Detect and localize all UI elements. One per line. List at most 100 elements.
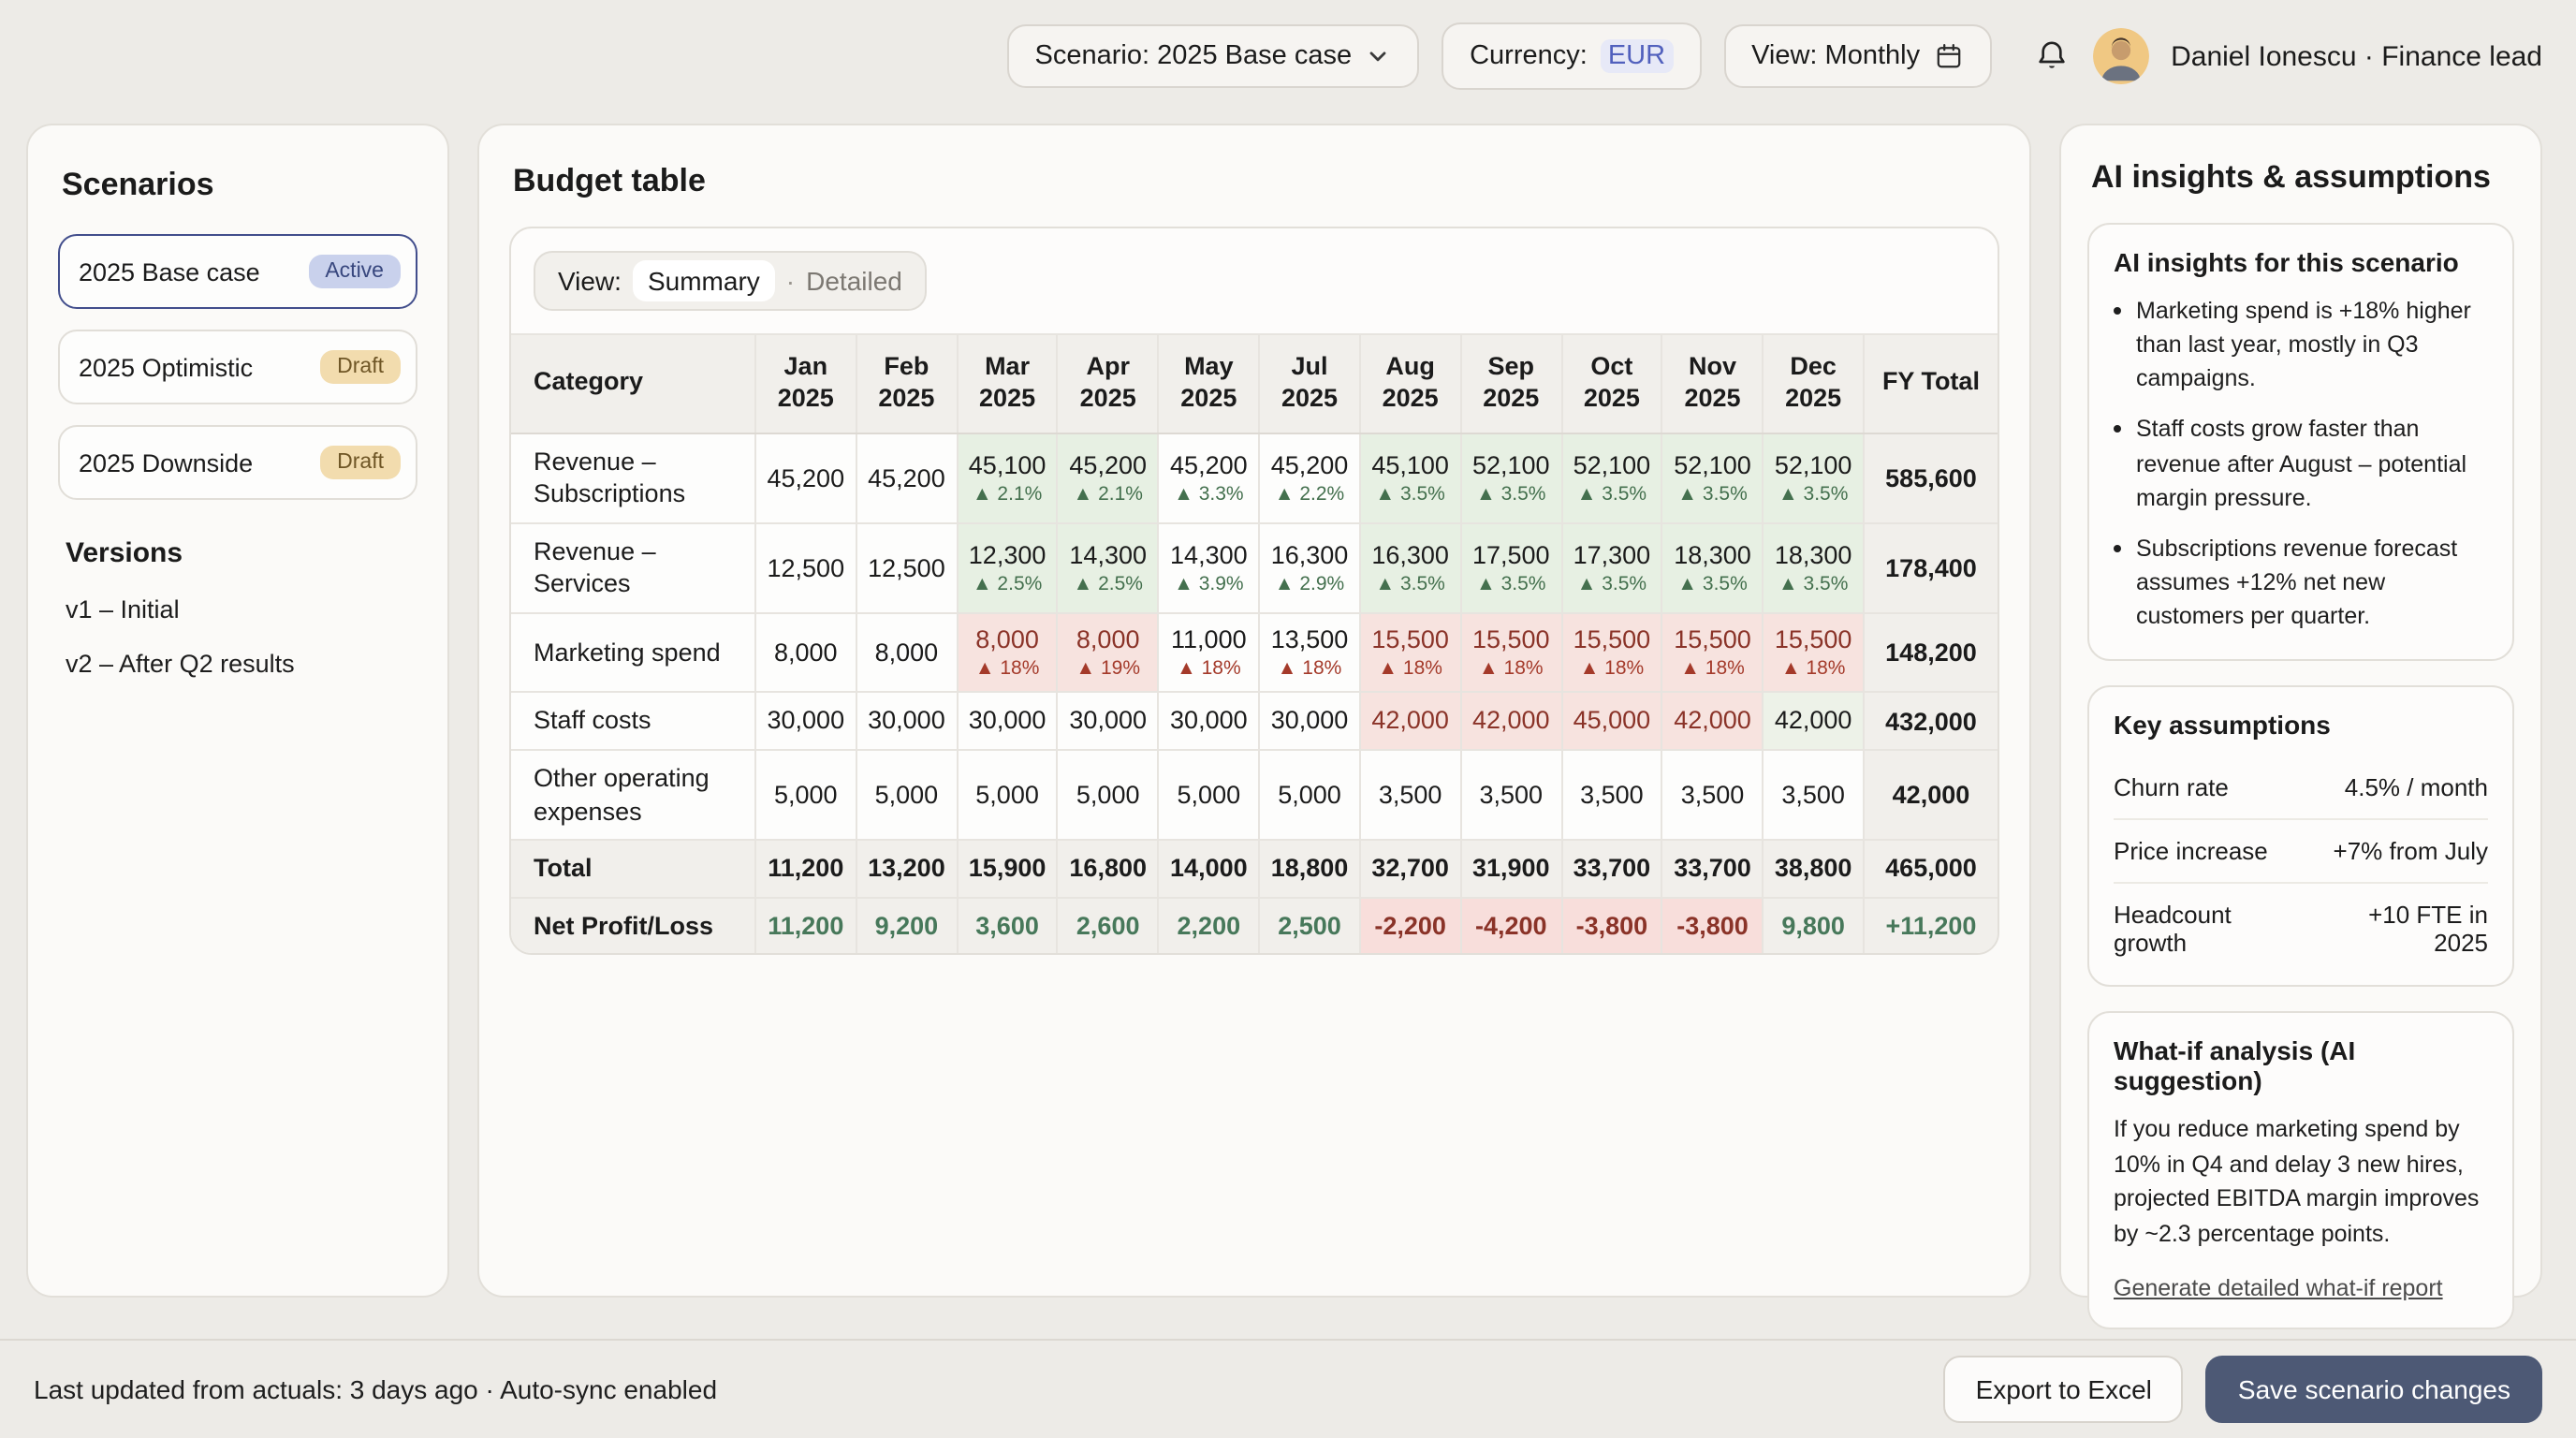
view-period-selector[interactable]: View: Monthly <box>1723 24 1991 88</box>
net-cell: 3,600 <box>956 898 1057 953</box>
generate-whatif-report-link[interactable]: Generate detailed what-if report <box>2114 1275 2443 1301</box>
budget-cell[interactable]: 5,000 <box>1258 751 1359 839</box>
budget-cell[interactable]: 3,500 <box>1359 751 1460 839</box>
budget-cell[interactable]: 42,000 <box>1762 694 1863 749</box>
budget-cell[interactable]: 3,500 <box>1560 751 1661 839</box>
budget-cell[interactable]: 17,300 ▲ 3.5% <box>1560 524 1661 612</box>
budget-cell[interactable]: 5,000 <box>956 751 1057 839</box>
budget-cell[interactable]: 45,200 <box>754 434 856 522</box>
cell-value: 52,100 <box>1472 450 1550 479</box>
budget-cell[interactable]: 30,000 <box>1258 694 1359 749</box>
budget-cell[interactable]: 3,500 <box>1459 751 1560 839</box>
budget-cell[interactable]: 45,100▲ 3.5% <box>1359 434 1460 522</box>
cell-value: 13,500 <box>1271 625 1349 654</box>
budget-cell[interactable]: 8,000 <box>856 614 957 692</box>
budget-cell[interactable]: 15,500▲ 18% <box>1762 614 1863 692</box>
cell-value: 45,200 <box>1170 450 1248 479</box>
top-bar: Scenario: 2025 Base case Currency: EUR V… <box>0 0 2576 112</box>
cell-value: 42,000 <box>1775 707 1852 736</box>
budget-cell[interactable]: 5,000 <box>754 751 856 839</box>
budget-cell[interactable]: 12,500 <box>856 524 957 612</box>
cell-value: 17,300 <box>1573 540 1651 569</box>
budget-cell[interactable]: 30,000 <box>956 694 1057 749</box>
cell-value: 45,200 <box>1069 450 1147 479</box>
column-header: Jan2025 <box>754 335 856 433</box>
budget-cell[interactable]: 3,500 <box>1762 751 1863 839</box>
budget-cell[interactable]: 16,300▲ 2.9% <box>1258 524 1359 612</box>
status-badge: Draft <box>320 350 401 384</box>
budget-cell[interactable]: 30,000 <box>856 694 957 749</box>
cell-value: 15,500 <box>1472 625 1550 654</box>
footer-bar: Last updated from actuals: 3 days ago · … <box>0 1339 2576 1438</box>
budget-cell[interactable]: 18,300▲ 3.5% <box>1762 524 1863 612</box>
budget-cell[interactable]: 45,000 <box>1560 694 1661 749</box>
version-item[interactable]: v2 – After Q2 results <box>66 650 417 678</box>
cell-delta: ▲ 3.5% <box>1577 573 1647 595</box>
scenario-selector[interactable]: Scenario: 2025 Base case <box>1007 24 1420 88</box>
budget-cell[interactable]: 52,100▲ 3.5% <box>1459 434 1560 522</box>
budget-cell[interactable]: 5,000 <box>1158 751 1259 839</box>
cell-delta: ▲ 2.9% <box>1275 573 1345 595</box>
budget-cell[interactable]: 45,200▲ 2.2% <box>1258 434 1359 522</box>
budget-cell[interactable]: 45,100▲ 2.1% <box>956 434 1057 522</box>
budget-cell[interactable]: 12,300▲ 2.5% <box>956 524 1057 612</box>
budget-cell[interactable]: 14,300▲ 2.5% <box>1057 524 1158 612</box>
cell-delta: ▲ 3.9% <box>1174 573 1244 595</box>
budget-cell[interactable]: 15,500▲ 18% <box>1560 614 1661 692</box>
scenario-item[interactable]: 2025 OptimisticDraft <box>58 330 417 404</box>
scenario-item[interactable]: 2025 Base caseActive <box>58 234 417 309</box>
user-name-role: Daniel Ionescu · Finance lead <box>2171 40 2542 72</box>
scenario-item[interactable]: 2025 DownsideDraft <box>58 425 417 500</box>
row-label: Net Profit/Loss <box>511 898 754 953</box>
cell-delta: ▲ 3.3% <box>1174 483 1244 506</box>
summary-detailed-toggle[interactable]: View: Summary · Detailed <box>534 251 927 311</box>
user-avatar[interactable] <box>2092 28 2148 84</box>
budget-cell[interactable]: 13,500▲ 18% <box>1258 614 1359 692</box>
budget-cell[interactable]: 42,000 <box>1359 694 1460 749</box>
whatif-body: If you reduce marketing spend by 10% in … <box>2114 1112 2488 1251</box>
budget-cell[interactable]: 52,100▲ 3.5% <box>1560 434 1661 522</box>
notifications-bell-icon[interactable] <box>2032 37 2070 75</box>
toggle-option-summary[interactable]: Summary <box>633 260 775 301</box>
currency-selector[interactable]: Currency: EUR <box>1442 22 1701 90</box>
budget-cell[interactable]: 52,100▲ 3.5% <box>1762 434 1863 522</box>
budget-cell[interactable]: 8,000▲ 18% <box>956 614 1057 692</box>
budget-cell[interactable]: 14,300▲ 3.9% <box>1158 524 1259 612</box>
budget-cell[interactable]: 30,000 <box>754 694 856 749</box>
budget-cell[interactable]: 8,000 <box>754 614 856 692</box>
budget-cell[interactable]: 8,000▲ 19% <box>1057 614 1158 692</box>
budget-cell[interactable]: 5,000 <box>856 751 957 839</box>
budget-cell[interactable]: 30,000 <box>1057 694 1158 749</box>
budget-cell[interactable]: 45,200 ▲ 3.3% <box>1158 434 1259 522</box>
budget-cell[interactable]: 17,500▲ 3.5% <box>1459 524 1560 612</box>
budget-cell[interactable]: 15,500▲ 18% <box>1661 614 1763 692</box>
ai-insights-card: AI insights for this scenario Marketing … <box>2087 223 2514 661</box>
save-scenario-changes-button[interactable]: Save scenario changes <box>2206 1356 2542 1423</box>
budget-cell[interactable]: 5,000 <box>1057 751 1158 839</box>
bullet-text: Staff costs grow faster than revenue aft… <box>2136 413 2488 515</box>
budget-cell[interactable]: 30,000 <box>1158 694 1259 749</box>
budget-cell[interactable]: 52,100▲ 3.5% <box>1661 434 1763 522</box>
budget-cell[interactable]: 15,500▲ 18% <box>1359 614 1460 692</box>
budget-cell[interactable]: 45,200 <box>856 434 957 522</box>
cell-value: 18,300 <box>1775 540 1852 569</box>
ai-insights-panel: AI insights & assumptions AI insights fo… <box>2059 124 2542 1298</box>
budget-cell[interactable]: 15,500 ▲ 18% <box>1459 614 1560 692</box>
budget-cell[interactable]: 12,500 <box>754 524 856 612</box>
cell-value: 3,600 <box>975 911 1039 940</box>
budget-cell[interactable]: 42,000 <box>1661 694 1763 749</box>
budget-cell[interactable]: 11,000▲ 18% <box>1158 614 1259 692</box>
cell-delta: ▲ 18% <box>1479 658 1544 681</box>
budget-cell[interactable]: 16,300▲ 3.5% <box>1359 524 1460 612</box>
budget-table: CategoryJan2025Feb2025Mar2025Apr2025May2… <box>511 333 1998 953</box>
toggle-option-detailed[interactable]: Detailed <box>806 266 902 296</box>
net-cell: 11,200 <box>754 898 856 953</box>
budget-cell[interactable]: 3,500 <box>1661 751 1763 839</box>
version-item[interactable]: v1 – Initial <box>66 595 417 624</box>
cell-value: 14,000 <box>1170 854 1248 883</box>
budget-cell[interactable]: 18,300▲ 3.5% <box>1661 524 1763 612</box>
export-to-excel-button[interactable]: Export to Excel <box>1944 1356 2184 1423</box>
budget-cell[interactable]: 45,200▲ 2.1% <box>1057 434 1158 522</box>
budget-cell[interactable]: 42,000 <box>1459 694 1560 749</box>
cell-value: 42,000 <box>1674 707 1751 736</box>
